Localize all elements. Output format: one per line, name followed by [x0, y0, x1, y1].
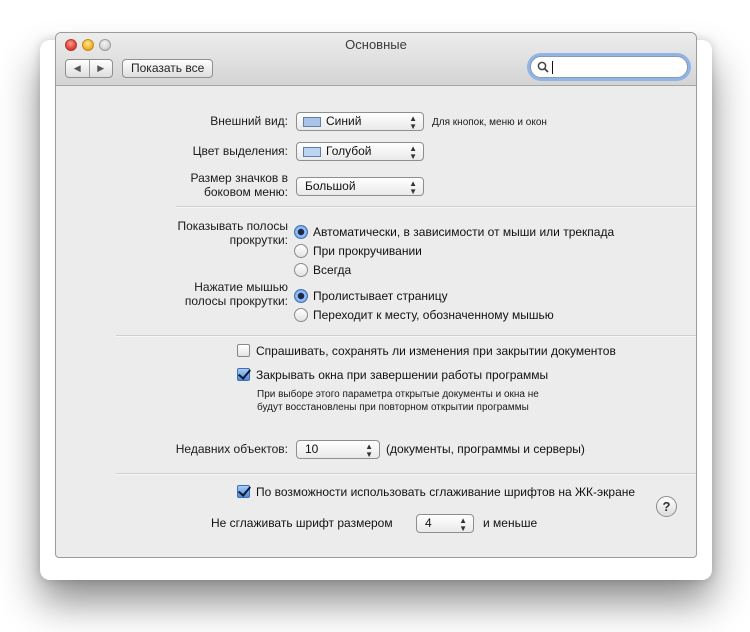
sidebar-icon-size-label-line2: боковом меню:	[204, 185, 288, 199]
close-windows-note-line2: будут восстановлены при повторном открыт…	[257, 402, 529, 413]
recent-items-popup[interactable]: 10 ▲ ▼	[296, 440, 380, 459]
popup-arrows-icon: ▲ ▼	[365, 442, 373, 459]
search-field[interactable]	[530, 56, 688, 78]
click-jump-spot-radio[interactable]	[294, 308, 308, 322]
back-button[interactable]: ◀	[66, 60, 90, 77]
nav-back-forward: ◀ ▶	[65, 59, 113, 78]
sidebar-icon-size-label: Размер значков в боковом меню:	[116, 171, 288, 199]
close-windows-checkbox[interactable]	[237, 368, 250, 381]
font-smoothing-min-label: Не сглаживать шрифт размером	[211, 516, 393, 530]
highlight-color-value: Голубой	[326, 144, 372, 158]
appearance-swatch	[303, 117, 321, 127]
help-button[interactable]: ?	[656, 496, 677, 517]
click-jump-spot-label[interactable]: Переходит к месту, обозначенному мышью	[313, 308, 554, 322]
scrollbars-auto-label[interactable]: Автоматически, в зависимости от мыши или…	[313, 225, 614, 239]
close-windows-label[interactable]: Закрывать окна при завершении работы про…	[256, 368, 548, 382]
titlebar: Основные ◀ ▶ Показать все	[56, 33, 696, 86]
appearance-label: Внешний вид:	[210, 114, 288, 128]
appearance-value: Синий	[326, 114, 362, 128]
click-scrollbar-label-line1: Нажатие мышью	[194, 280, 288, 294]
scrollbars-auto-radio[interactable]	[294, 225, 308, 239]
search-icon	[537, 61, 549, 73]
click-scrollbar-label-line2: полосы прокрутки:	[184, 294, 288, 308]
show-scrollbars-label-line2: прокрутки:	[229, 233, 288, 247]
appearance-hint: Для кнопок, меню и окон	[432, 117, 547, 128]
font-smoothing-size-value: 4	[425, 516, 432, 530]
separator	[116, 473, 696, 475]
window-title: Основные	[345, 37, 407, 52]
sidebar-icon-size-label-line1: Размер значков в	[190, 171, 288, 185]
show-scrollbars-label: Показывать полосы прокрутки:	[116, 219, 288, 247]
show-all-button[interactable]: Показать все	[122, 59, 214, 78]
popup-arrows-icon: ▲ ▼	[459, 516, 467, 533]
font-smoothing-label[interactable]: По возможности использовать сглаживание …	[256, 485, 635, 499]
show-scrollbars-label-line1: Показывать полосы	[177, 219, 288, 233]
popup-arrows-icon: ▲ ▼	[409, 179, 417, 196]
font-smoothing-checkbox[interactable]	[237, 485, 250, 498]
appearance-popup[interactable]: Синий ▲ ▼	[296, 112, 424, 131]
highlight-swatch	[303, 147, 321, 157]
search-caret	[552, 61, 553, 74]
separator	[116, 335, 696, 337]
scrollbars-always-radio[interactable]	[294, 263, 308, 277]
recent-items-label: Недавних объектов:	[175, 442, 288, 456]
font-smoothing-size-popup[interactable]: 4 ▲ ▼	[416, 514, 474, 533]
highlight-color-label: Цвет выделения:	[192, 144, 288, 158]
popup-arrows-icon: ▲ ▼	[409, 144, 417, 161]
font-smoothing-min-suffix: и меньше	[483, 516, 538, 530]
recent-items-value: 10	[305, 442, 319, 456]
preferences-window: Основные ◀ ▶ Показать все Внешний вид: С…	[55, 32, 697, 558]
click-jump-page-radio[interactable]	[294, 289, 308, 303]
ask-save-checkbox[interactable]	[237, 344, 250, 357]
ask-save-label[interactable]: Спрашивать, сохранять ли изменения при з…	[256, 344, 616, 358]
forward-button[interactable]: ▶	[90, 60, 113, 77]
sidebar-icon-size-popup[interactable]: Большой ▲ ▼	[296, 177, 424, 196]
popup-arrows-icon: ▲ ▼	[409, 114, 417, 131]
scrollbars-when-scrolling-label[interactable]: При прокручивании	[313, 244, 422, 258]
scrollbars-always-label[interactable]: Всегда	[313, 263, 351, 277]
scrollbars-when-scrolling-radio[interactable]	[294, 244, 308, 258]
recent-items-suffix: (документы, программы и серверы)	[386, 442, 585, 456]
click-jump-page-label[interactable]: Пролистывает страницу	[313, 289, 448, 303]
highlight-color-popup[interactable]: Голубой ▲ ▼	[296, 142, 424, 161]
separator	[176, 206, 696, 208]
click-scrollbar-label: Нажатие мышью полосы прокрутки:	[116, 280, 288, 308]
close-windows-note-line1: При выборе этого параметра открытые доку…	[257, 389, 539, 400]
general-preferences-pane: Внешний вид: Синий ▲ ▼ Для кнопок, меню и…	[56, 86, 696, 557]
sidebar-icon-size-value: Большой	[305, 179, 356, 193]
